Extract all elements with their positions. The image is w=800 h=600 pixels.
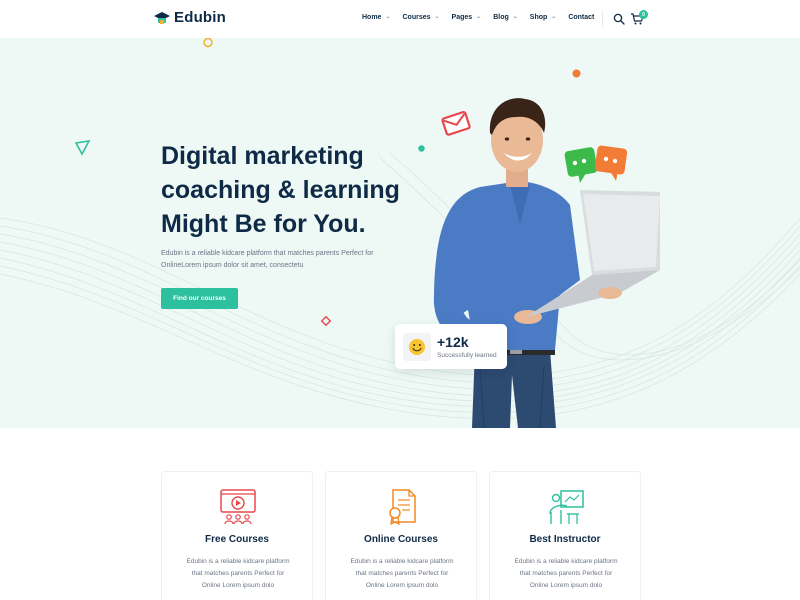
card-description-line: Online Lorem ipsum dolo — [529, 582, 603, 589]
card-title: Online Courses — [364, 534, 438, 545]
certificate-icon — [389, 489, 416, 526]
stat-card: +12k Successfully learned — [395, 324, 507, 369]
find-courses-button[interactable]: Find our courses — [161, 288, 238, 309]
hero-title-line: coaching & learning — [161, 176, 400, 204]
card-description-line: that matches parents Perfect for — [191, 570, 285, 577]
logo-text: Edubin — [174, 9, 227, 26]
hero-title-line: Digital marketing — [161, 142, 364, 170]
site-header: Edubin Home ⌄ Courses ⌄ Pages ⌄ Blog ⌄ Shop ⌄… — [0, 0, 800, 38]
nav-item-shop[interactable]: Shop ⌄ — [530, 14, 557, 21]
chat-bubbles-icon — [564, 145, 628, 183]
card-description-line: Online Lorem ipsum dolo — [201, 582, 275, 589]
card-title: Free Courses — [205, 534, 269, 545]
triangle-decoration — [75, 140, 91, 156]
instructor-board-icon — [549, 490, 584, 524]
nav-item-label: Home — [362, 14, 382, 21]
feature-card-best-instructor[interactable]: Best Instructor Edubin is a reliable kid… — [489, 471, 641, 600]
nav-item-label: Contact — [568, 14, 595, 21]
card-title: Best Instructor — [529, 534, 601, 545]
card-description-line: Edubin is a reliable kidcare platform — [514, 558, 618, 565]
card-description: Edubin is a reliable kidcare platform th… — [344, 556, 460, 592]
card-description-line: Edubin is a reliable kidcare platform — [350, 558, 454, 565]
hero-title-line: Might Be for You. — [161, 210, 366, 238]
smiley-icon — [403, 332, 431, 361]
chevron-down-icon: ⌄ — [476, 14, 482, 20]
stat-text: +12k Successfully learned — [437, 333, 497, 359]
graduation-cap-icon — [154, 11, 170, 24]
nav-item-blog[interactable]: Blog ⌄ — [493, 14, 518, 21]
hero-person-image — [433, 98, 660, 428]
nav-divider — [602, 11, 603, 27]
card-description: Edubin is a reliable kidcare platform th… — [180, 556, 296, 592]
stat-label: Successfully learned — [437, 351, 497, 359]
nav-item-label: Blog — [493, 14, 509, 21]
hero-description: Edubin is a reliable kidcare platform th… — [161, 248, 391, 272]
hero-description-line: Edubin is a reliable kidcare platform th… — [161, 250, 374, 257]
feature-card-free-courses[interactable]: Free Courses Edubin is a reliable kidcar… — [161, 471, 313, 600]
mail-icon — [441, 111, 471, 136]
hero-title: Digital marketing coaching & learning Mi… — [161, 139, 421, 241]
nav-item-label: Shop — [529, 14, 548, 21]
nav-item-pages[interactable]: Pages ⌄ — [452, 14, 482, 21]
circle-outline-decoration — [203, 38, 213, 48]
logo[interactable]: Edubin — [154, 9, 226, 26]
main-nav: Home ⌄ Courses ⌄ Pages ⌄ Blog ⌄ Shop ⌄ Contac… — [362, 14, 606, 21]
orange-dot-decoration — [572, 69, 581, 78]
chevron-down-icon: ⌄ — [551, 14, 557, 20]
chevron-down-icon: ⌄ — [385, 14, 391, 20]
nav-item-contact[interactable]: Contact — [568, 14, 594, 21]
feature-card-online-courses[interactable]: Online Courses Edubin is a reliable kidc… — [325, 471, 477, 600]
card-description-line: Online Lorem ipsum dolo — [365, 582, 439, 589]
card-description: Edubin is a reliable kidcare platform th… — [508, 556, 624, 592]
chevron-down-icon: ⌄ — [434, 14, 440, 20]
nav-item-label: Pages — [451, 14, 473, 21]
nav-item-label: Courses — [402, 14, 431, 21]
card-description-line: Edubin is a reliable kidcare platform — [186, 558, 290, 565]
hero-section: Digital marketing coaching & learning Mi… — [0, 38, 800, 428]
video-class-icon — [220, 489, 256, 525]
stat-value: +12k — [437, 333, 469, 350]
cart-count-badge: 0 — [639, 10, 648, 19]
card-description-line: that matches parents Perfect for — [355, 570, 449, 577]
nav-item-courses[interactable]: Courses ⌄ — [402, 14, 439, 21]
nav-item-home[interactable]: Home ⌄ — [362, 14, 390, 21]
chevron-down-icon: ⌄ — [512, 14, 518, 20]
hero-description-line: OnlineLorem ipsum dolor sit amet, consec… — [161, 262, 304, 269]
diamond-decoration — [320, 315, 332, 327]
search-icon[interactable] — [613, 13, 625, 25]
card-description-line: that matches parents Perfect for — [519, 570, 613, 577]
feature-cards: Free Courses Edubin is a reliable kidcar… — [161, 471, 641, 600]
